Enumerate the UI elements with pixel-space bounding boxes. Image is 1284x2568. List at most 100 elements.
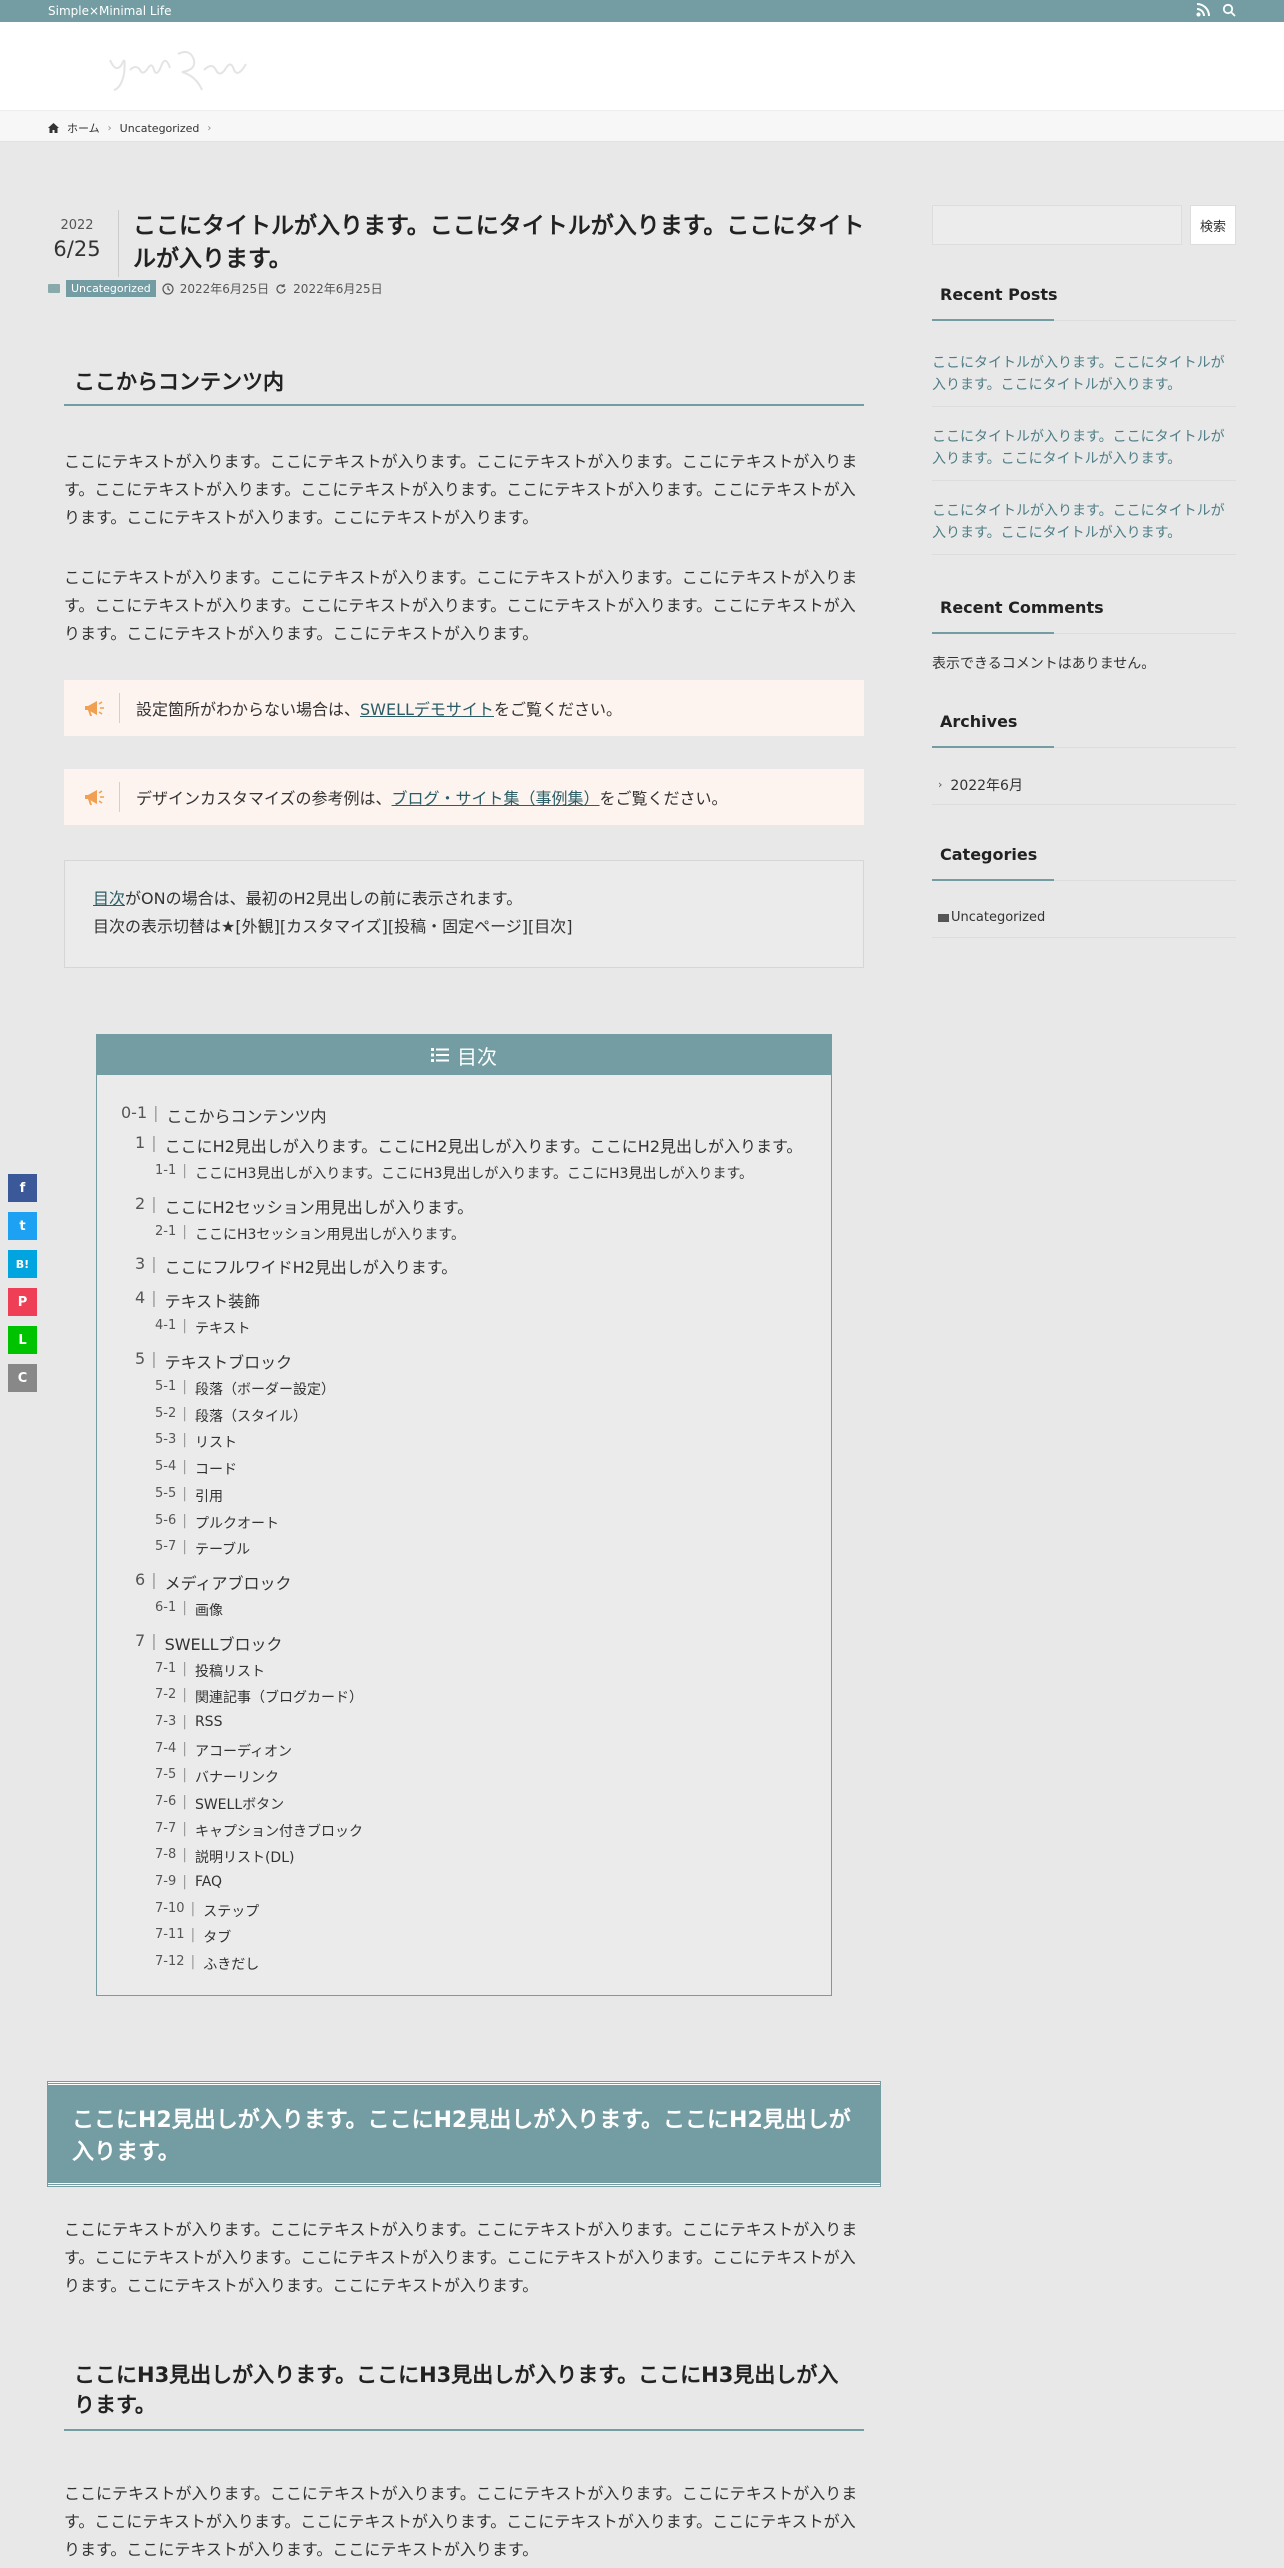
clock-icon [162,282,174,295]
toc-item[interactable]: 7-8 | 説明リスト(DL) [121,1847,831,1874]
toc-label: テーブル [194,1542,251,1559]
toc-label: ここにH2見出しが入ります。ここにH2見出しが入ります。ここにH2見出しが入りま… [164,1137,803,1156]
toc-item[interactable]: 7-12 | ふきだし [121,1954,831,1981]
toc-separator: | [151,1630,157,1650]
toc-item[interactable]: 6-1 | 画像 [121,1600,831,1627]
examples-link[interactable]: ブログ・サイト集（事例集） [392,789,600,808]
megaphone-icon [84,790,104,805]
toc-item[interactable]: 7-6 | SWELLボタン [121,1794,831,1821]
toc-item[interactable]: 1 | ここにH2見出しが入ります。ここにH2見出しが入ります。ここにH2見出しが入… [121,1133,831,1163]
section-heading: ここからコンテンツ内 [64,366,864,406]
toc-item[interactable]: 7-1 | 投稿リスト [121,1661,831,1688]
toc-item[interactable]: 7-2 | 関連記事（ブログカード） [121,1687,831,1714]
toc-item[interactable]: 5 | テキストブロック [121,1349,831,1379]
top-bar: Simple×Minimal Life [0,0,1284,22]
pocket-share-icon[interactable]: P [8,1288,37,1316]
category-item[interactable]: Uncategorized [932,898,1236,938]
note-text: 目次の表示切替は★[外観][カスタマイズ][投稿・固定ページ][目次] [93,917,573,936]
toc-separator: | [153,1103,159,1122]
toc-number: 1 [135,1133,146,1152]
toc-item[interactable]: 7-10 | ステップ [121,1901,831,1928]
toc-separator: | [182,1874,187,1891]
toc-separator: | [182,1379,187,1396]
toc-item[interactable]: 7-3 | RSS [121,1714,831,1741]
toc-separator: | [182,1820,187,1837]
toc-separator: | [182,1459,187,1476]
toc-item[interactable]: 6 | メディアブロック [121,1570,831,1600]
toc-number: 7-2 [155,1687,177,1703]
list-icon [431,1048,449,1062]
breadcrumb: ホーム › Uncategorized › [0,110,1284,142]
h2-heading: ここにH2見出しが入ります。ここにH2見出しが入ります。ここにH2見出しが入りま… [47,2081,881,2187]
caption-text: 設定箇所がわからない場合は、 [136,700,361,719]
toc-item[interactable]: 5-5 | 引用 [121,1486,831,1513]
toc-item[interactable]: 7-5 | バナーリンク [121,1767,831,1794]
recent-post-link[interactable]: ここにタイトルが入ります。ここにタイトルが入ります。ここにタイトルが入ります。 [932,501,1236,556]
toc-item[interactable]: 1-1 | ここにH3見出しが入ります。ここにH3見出しが入ります。ここにH3見出し… [121,1163,831,1190]
paragraph: ここにテキストが入ります。ここにテキストが入ります。ここにテキストが入ります。こ… [64,452,858,527]
toc-number: 7 [135,1630,146,1650]
toc-label: 画像 [194,1602,223,1619]
toc-item[interactable]: 7-4 | アコーディオン [121,1741,831,1768]
toc-item[interactable]: 7 | SWELLブロック [121,1631,831,1661]
search-icon[interactable] [1222,3,1236,17]
caption-text: をご覧ください。 [599,789,728,808]
toc-separator: | [182,1794,187,1810]
toc-item[interactable]: 2-1 | ここにH3セッション用見出しが入ります。 [121,1224,831,1251]
search-button[interactable]: 検索 [1190,205,1236,245]
toc-separator: | [182,1318,187,1335]
toc-separator: | [151,1254,157,1274]
widget-title: Recent Posts [932,285,1236,321]
home-icon [48,123,59,133]
category-badge[interactable]: Uncategorized [66,280,156,297]
toc-number: 4 [135,1288,146,1308]
folder-icon [938,913,949,922]
toc-item[interactable]: 4-1 | テキスト [121,1318,831,1345]
line-share-icon[interactable]: L [8,1326,37,1354]
toc-separator: | [190,1900,196,1917]
table-of-contents: 目次 0-1 | ここからコンテンツ内 1 | ここにH2見出しが入ります。ここにH2見出… [96,1034,832,1996]
toc-item[interactable]: 5-3 | リスト [121,1432,831,1459]
breadcrumb-home[interactable]: ホーム [67,120,100,136]
no-comments-text: 表示できるコメントはありません。 [932,656,1156,672]
toc-link[interactable]: 目次 [93,889,125,908]
toc-separator: | [182,1405,187,1422]
toc-item[interactable]: 5-2 | 段落（スタイル） [121,1406,831,1433]
toc-separator: | [182,1599,187,1616]
rss-icon[interactable] [1196,3,1210,17]
toc-separator: | [182,1847,187,1864]
toc-item[interactable]: 2 | ここにH2セッション用見出しが入ります。 [121,1194,831,1224]
toc-number: 3 [135,1254,146,1274]
toc-item[interactable]: 5-7 | テーブル [121,1539,831,1566]
toc-item[interactable]: 5-4 | コード [121,1459,831,1486]
demo-site-link[interactable]: SWELLデモサイト [360,700,494,719]
archive-item[interactable]: › 2022年6月 [932,765,1236,805]
toc-item[interactable]: 7-11 | タブ [121,1927,831,1954]
toc-number: 7-12 [155,1954,185,1970]
site-logo[interactable] [100,40,260,94]
toc-item[interactable]: 4 | テキスト装飾 [121,1288,831,1318]
twitter-share-icon[interactable]: t [8,1212,37,1240]
toc-label: ここにH3見出しが入ります。ここにH3見出しが入ります。ここにH3見出しが入りま… [194,1166,754,1182]
toc-item[interactable]: 5-1 | 段落（ボーダー設定） [121,1379,831,1406]
toc-item[interactable]: 7-9 | FAQ [121,1874,831,1901]
toc-item[interactable]: 0-1 | ここからコンテンツ内 [121,1103,831,1133]
toc-label: 関連記事（ブログカード） [194,1690,363,1707]
recent-post-link[interactable]: ここにタイトルが入ります。ここにタイトルが入ります。ここにタイトルが入ります。 [932,353,1236,408]
facebook-share-icon[interactable]: f [8,1174,37,1202]
copy-link-icon[interactable]: C [8,1364,37,1392]
toc-number: 7-10 [155,1900,185,1916]
toc-item[interactable]: 7-7 | キャプション付きブロック [121,1821,831,1848]
toc-number: 5-4 [155,1459,177,1475]
toc-separator: | [182,1163,187,1179]
toc-item[interactable]: 5-6 | プルクオート [121,1513,831,1540]
toc-label: 段落（スタイル） [194,1408,307,1425]
breadcrumb-category[interactable]: Uncategorized [120,122,200,135]
hatena-share-icon[interactable]: B! [8,1250,37,1278]
widget-title: Categories [932,845,1236,881]
note-text: がONの場合は、最初のH2見出しの前に表示されます。 [125,889,523,908]
recent-post-link[interactable]: ここにタイトルが入ります。ここにタイトルが入ります。ここにタイトルが入ります。 [932,427,1236,482]
toc-label: 段落（ボーダー設定） [194,1382,335,1399]
search-input[interactable] [932,205,1182,245]
toc-item[interactable]: 3 | ここにフルワイドH2見出しが入ります。 [121,1254,831,1284]
